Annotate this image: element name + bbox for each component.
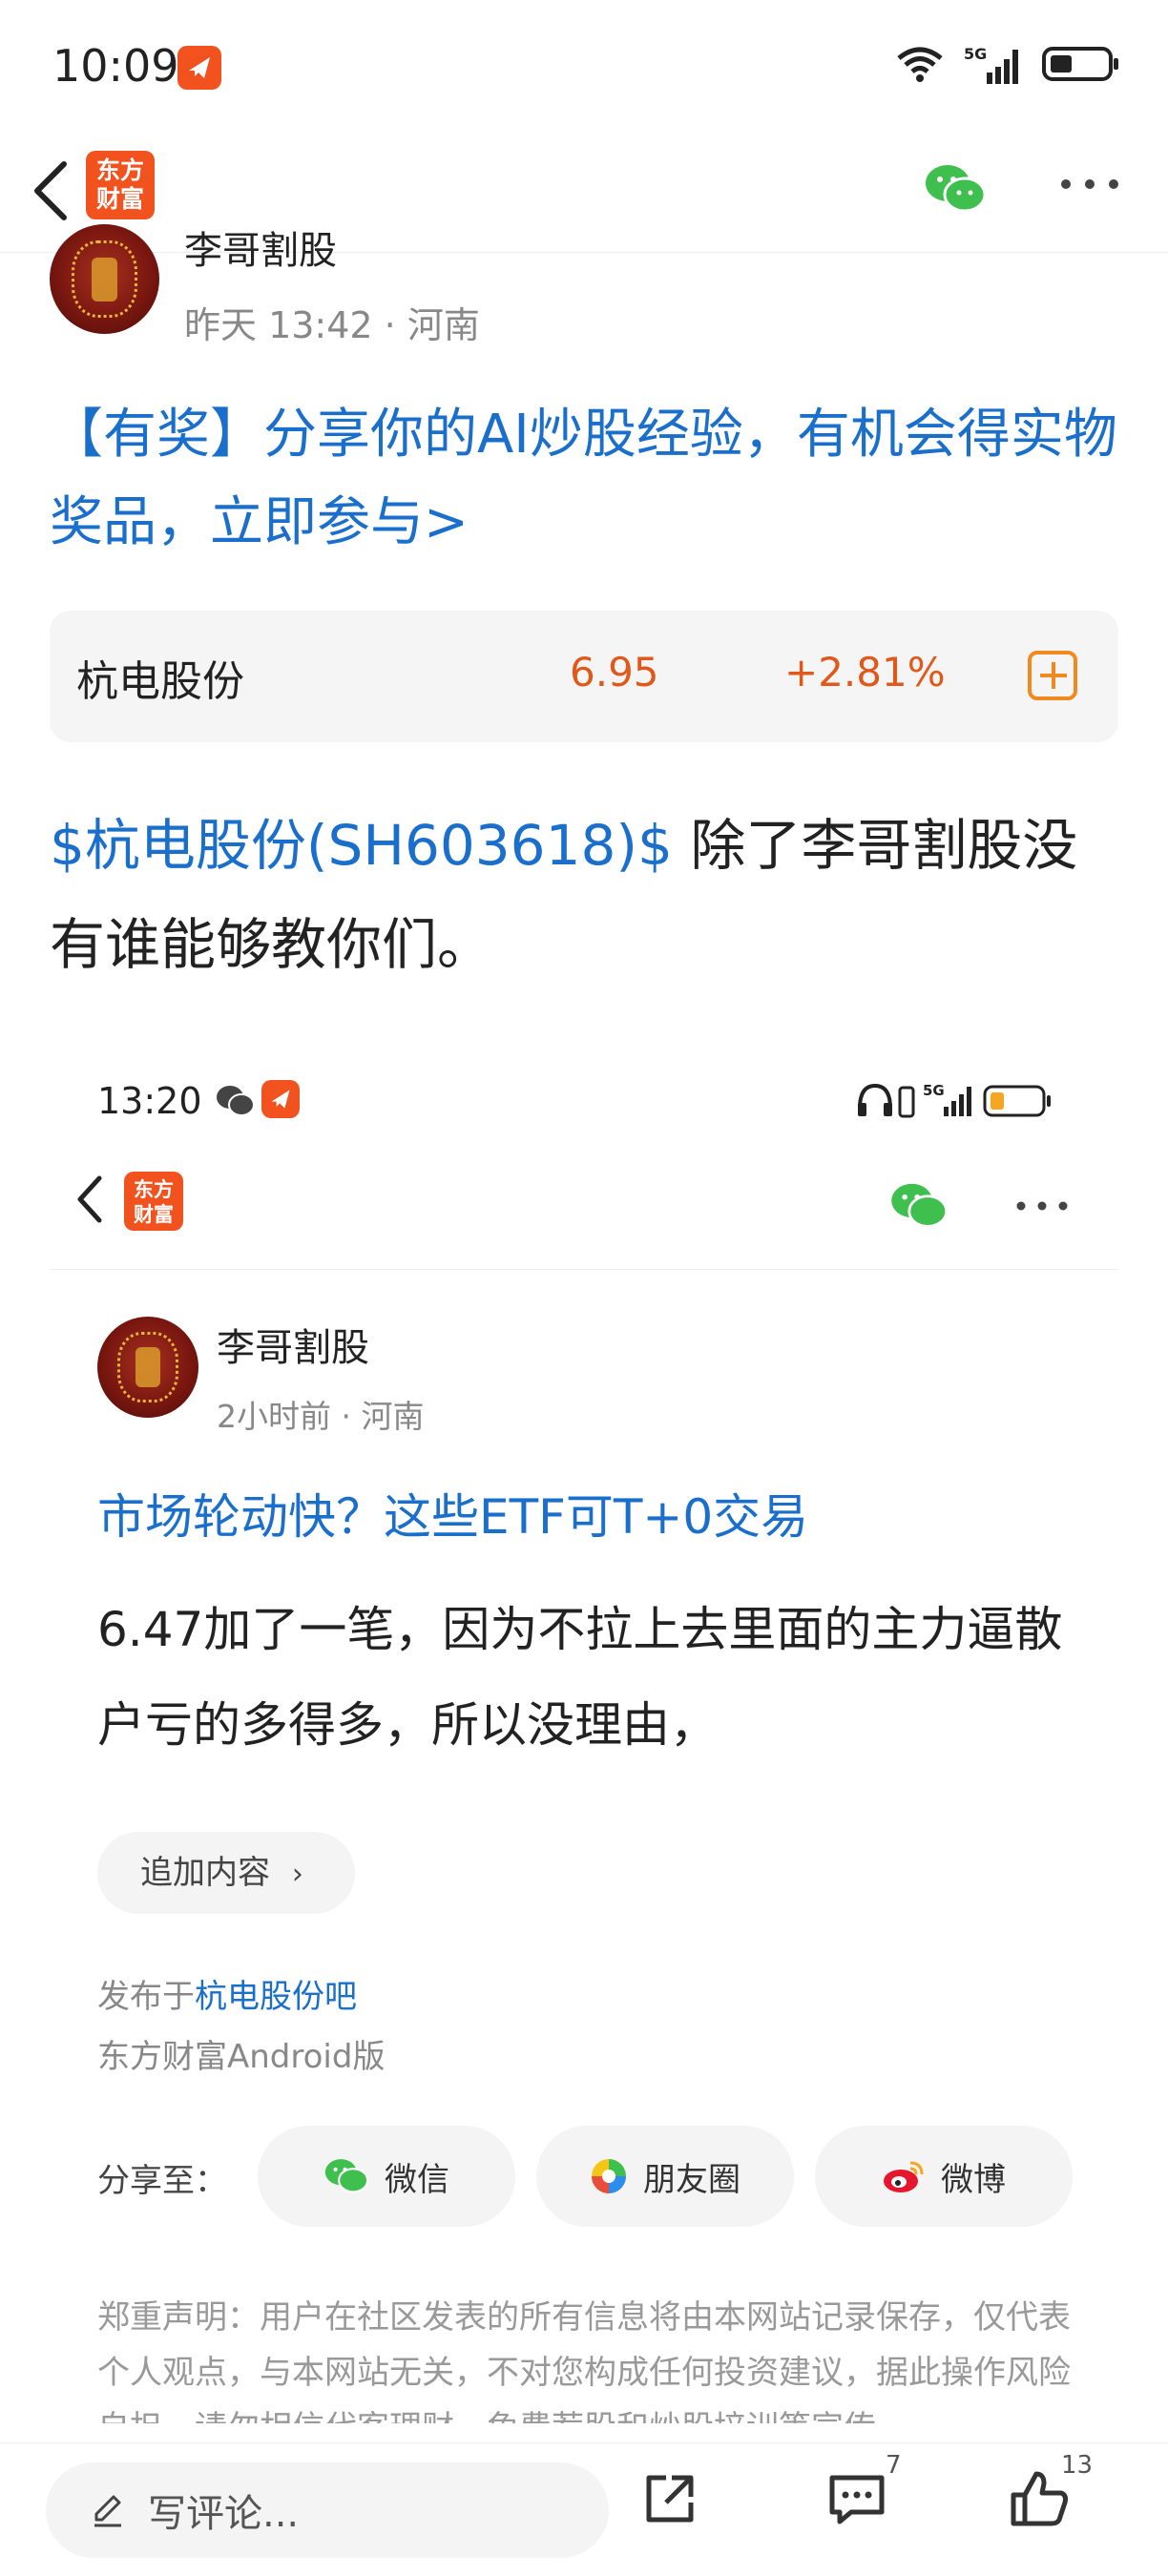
app-notification-icon — [177, 46, 221, 90]
embedded-more-icon — [1016, 1201, 1068, 1211]
embedded-back-arrow-icon — [77, 1175, 102, 1223]
wechat-share-icon[interactable] — [924, 162, 987, 216]
add-watchlist-icon[interactable] — [1028, 651, 1077, 700]
wifi-icon — [897, 47, 943, 82]
add-content-button: 追加内容 › — [97, 1832, 355, 1914]
embedded-wechat-icon — [891, 1183, 949, 1228]
top-nav-bar: 东方 财富 — [0, 134, 1168, 253]
embedded-author-name: 李哥割股 — [217, 1326, 369, 1370]
promo-link[interactable]: 【有奖】分享你的AI炒股经验，有机会得实物奖品，立即参与> — [50, 391, 1128, 567]
embedded-post-meta: 2小时前 · 河南 — [217, 1398, 425, 1435]
embedded-status-time: 13:20 — [97, 1080, 202, 1122]
back-arrow-icon[interactable] — [24, 153, 81, 229]
share-wechat-button: 微信 — [258, 2126, 515, 2227]
chevron-right-icon: › — [291, 1858, 303, 1891]
author-name[interactable]: 李哥割股 — [184, 219, 337, 275]
share-icon[interactable] — [639, 2468, 700, 2529]
embedded-screenshot[interactable]: 13:20 5G 东方 财富 李哥割股 2小时前 · 河南 市场轮动快？这些ET… — [50, 1030, 1118, 2423]
wechat-icon — [324, 2159, 369, 2193]
share-weibo-button: 微博 — [815, 2126, 1073, 2227]
system-icons: 5G — [895, 44, 1120, 84]
svg-text:5G: 5G — [964, 45, 987, 63]
embedded-app-notification-icon — [261, 1080, 300, 1118]
comment-count-badge: 7 — [886, 2451, 902, 2480]
embedded-author-avatar — [97, 1317, 198, 1418]
status-time: 10:09 — [52, 40, 179, 92]
post-meta: 昨天 13:42 · 河南 — [184, 304, 480, 346]
more-options-icon[interactable] — [1059, 177, 1120, 191]
app-logo: 东方 财富 — [86, 151, 155, 219]
disclaimer-text: 郑重声明：用户在社区发表的所有信息将由本网站记录保存，仅代表个人观点，与本网站无… — [97, 2298, 1071, 2423]
post-body: $杭电股份(SH603618)$ 除了李哥割股没有谁能够教你们。 — [50, 796, 1128, 994]
moments-icon — [592, 2159, 626, 2193]
comment-placeholder: 写评论... — [148, 2492, 300, 2536]
stock-tag-link[interactable]: $杭电股份(SH603618)$ — [50, 813, 673, 878]
like-count-badge: 13 — [1061, 2451, 1094, 2480]
embedded-system-icons: 5G — [858, 1082, 1051, 1118]
stock-bar-link: 杭电股份吧 — [195, 1978, 357, 2016]
embedded-post-body: 6.47加了一笔，因为不拉上去里面的主力逼散户亏的多得多，所以没理由， — [97, 1602, 1063, 1753]
comment-icon[interactable] — [826, 2468, 887, 2529]
embedded-app-logo: 东方 财富 — [124, 1172, 183, 1231]
stock-change: +2.81% — [784, 649, 946, 696]
stock-card[interactable]: 杭电股份 6.95 +2.81% — [50, 611, 1118, 742]
signal-icon: 5G — [964, 45, 1018, 84]
svg-text:5G: 5G — [923, 1082, 945, 1099]
status-bar: 10:09 5G — [0, 0, 1168, 134]
embedded-etf-link: 市场轮动快？这些ETF可T+0交易 — [97, 1489, 809, 1545]
wechat-notification-icon — [217, 1086, 255, 1116]
comment-input[interactable]: 写评论... — [46, 2462, 609, 2558]
pencil-icon — [94, 2495, 121, 2527]
share-moments-button: 朋友圈 — [536, 2126, 794, 2227]
bottom-action-bar: 写评论... 7 13 — [0, 2442, 1168, 2576]
author-avatar[interactable] — [50, 224, 159, 334]
stock-name: 杭电股份 — [76, 657, 244, 706]
weibo-icon — [884, 2161, 924, 2192]
share-label: 分享至： — [97, 2162, 227, 2200]
stock-price: 6.95 — [570, 649, 659, 696]
platform-label: 东方财富Android版 — [97, 2038, 386, 2076]
embedded-nav-divider — [50, 1269, 1118, 1270]
battery-icon — [1042, 47, 1118, 81]
published-in: 发布于杭电股份吧 — [97, 1978, 357, 2016]
